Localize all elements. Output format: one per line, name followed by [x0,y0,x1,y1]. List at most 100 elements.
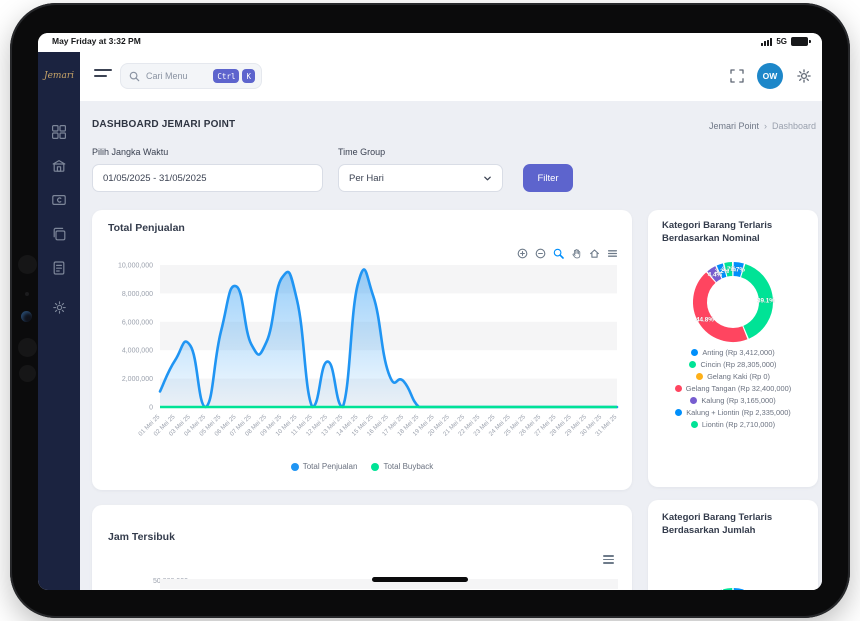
date-range-input[interactable] [92,164,323,192]
legend-item[interactable]: Gelang Kaki (Rp 0) [658,372,808,381]
svg-text:6,000,000: 6,000,000 [122,319,153,326]
camera-module-icon [18,338,37,357]
avatar[interactable]: OW [757,63,783,89]
camera-module-icon [18,255,37,274]
network-label: 5G [776,37,787,46]
card-title: Total Penjualan [108,222,185,234]
screenshot-stage: May Friday at 3:32 PM 5G Jemari [0,0,860,621]
breadcrumb-parent[interactable]: Jemari Point [709,121,759,131]
svg-text:0: 0 [149,405,153,412]
svg-text:2,000,000: 2,000,000 [122,376,153,383]
menu-toggle-icon[interactable] [94,69,112,80]
card-kategori-jumlah: Kategori Barang Terlaris Berdasarkan Jum… [648,500,818,590]
legend-label: Total Buyback [383,462,433,471]
sidebar-item-settings[interactable] [38,293,80,327]
legend-label: Kalung (Rp 3,165,000) [701,396,775,405]
camera-module-icon [19,365,36,382]
legend-item[interactable]: Total Buyback [371,462,433,471]
legend-label: Liontin (Rp 2,710,000) [702,420,775,429]
settings-button[interactable] [796,68,812,89]
date-range-label: Pilih Jangka Waktu [92,147,168,157]
dashboard-grid-icon [51,124,67,145]
legend-dot-icon [696,373,703,380]
legend-label: Kalung + Liontin (Rp 2,335,000) [686,408,791,417]
search-placeholder: Cari Menu [146,71,210,81]
legend-label: Total Penjualan [303,462,358,471]
status-time: May Friday at 3:32 PM [52,36,141,46]
camera-dot-icon [25,292,29,296]
time-group-label: Time Group [338,147,385,157]
chevron-down-icon [483,174,492,183]
card-title: Kategori Barang Terlaris Berdasarkan Jum… [662,512,808,537]
main-content: DASHBOARD JEMARI POINT Jemari Point › Da… [80,101,822,590]
legend-label: Gelang Kaki (Rp 0) [707,372,770,381]
svg-text:10,000,000: 10,000,000 [118,263,153,270]
legend-label: Gelang Tangan (Rp 32,400,000) [686,384,791,393]
legend-dot-icon [691,349,698,356]
search-input[interactable]: Cari Menu Ctrl K [120,63,262,89]
card-kategori-nominal: Kategori Barang Terlaris Berdasarkan Nom… [648,210,818,487]
legend-item[interactable]: Kalung + Liontin (Rp 2,335,000) [658,408,808,417]
card-title: Kategori Barang Terlaris Berdasarkan Nom… [662,220,808,245]
nominal-donut-chart[interactable]: 4.7%39.1%44.8%4.4%3.2%3.7% [663,244,803,362]
app-logo: Jemari [38,52,80,100]
card-title: Jam Tersibuk [108,531,175,543]
legend-label: Anting (Rp 3,412,000) [702,348,774,357]
jumlah-donut-chart[interactable]: 4.6%38.5%44.5%4.2%3.9%4.3% [663,558,803,590]
sidebar-item-dashboard[interactable] [38,117,80,151]
legend-dot-icon [690,397,697,404]
svg-text:4,000,000: 4,000,000 [122,348,153,355]
sales-area-chart[interactable]: 10,000,000 8,000,000 6,000,000 4,000,000 2,0… [94,258,626,460]
signal-icon [761,38,772,46]
time-group-select[interactable]: Per Hari [338,164,503,192]
svg-text:39.1%: 39.1% [757,297,775,304]
legend-dot-icon [291,463,299,471]
legend-item[interactable]: Gelang Tangan (Rp 32,400,000) [658,384,808,393]
sidebar-item-reports[interactable] [38,253,80,287]
donut-legend: Anting (Rp 3,412,000) Cincin (Rp 28,305,0… [648,348,818,429]
battery-icon [791,37,808,46]
sidebar-item-pos[interactable] [38,185,80,219]
legend-item[interactable]: Anting (Rp 3,412,000) [658,348,808,357]
filter-button[interactable]: Filter [523,164,573,192]
invoice-icon [51,260,67,281]
time-group-value: Per Hari [349,173,384,184]
chart-legend: Total Penjualan Total Buyback [92,462,632,471]
legend-dot-icon [689,361,696,368]
legend-item[interactable]: Total Penjualan [291,462,358,471]
store-icon [51,158,67,179]
shortcut-key-k: K [242,69,255,83]
legend-dot-icon [371,463,379,471]
legend-item[interactable]: Kalung (Rp 3,165,000) [658,396,808,405]
breadcrumb: Jemari Point › Dashboard [709,121,816,131]
svg-text:8,000,000: 8,000,000 [122,291,153,298]
tablet-screen: May Friday at 3:32 PM 5G Jemari [38,33,822,590]
app-header: Cari Menu Ctrl K OW [80,52,822,102]
legend-item[interactable]: Liontin (Rp 2,710,000) [658,420,808,429]
card-jam-tersibuk: Jam Tersibuk 50,000,000 [92,505,632,590]
legend-dot-icon [691,421,698,428]
card-machine-icon [51,192,67,213]
gear-icon [796,68,812,84]
page-title: DASHBOARD JEMARI POINT [92,119,235,130]
breadcrumb-current: Dashboard [772,121,816,131]
legend-label: Cincin (Rp 28,305,000) [700,360,776,369]
legend-item[interactable]: Cincin (Rp 28,305,000) [658,360,808,369]
card-total-penjualan: Total Penjualan 10,000,000 8,000,000 6,000… [92,210,632,490]
camera-lens-icon [21,311,32,322]
gear-icon [52,300,67,320]
shortcut-key-ctrl: Ctrl [213,69,239,83]
fullscreen-button[interactable] [729,68,745,89]
legend-dot-icon [675,385,682,392]
sidebar: Jemari [38,52,80,590]
search-icon [129,71,140,82]
svg-text:44.8%: 44.8% [696,316,714,323]
copy-documents-icon [51,226,67,247]
breadcrumb-separator: › [764,121,767,131]
legend-dot-icon [675,409,682,416]
sidebar-item-transactions[interactable] [38,219,80,253]
chart-menu-icon[interactable] [603,555,614,566]
fullscreen-icon [729,68,745,84]
home-indicator[interactable] [372,577,468,582]
sidebar-item-store[interactable] [38,151,80,185]
